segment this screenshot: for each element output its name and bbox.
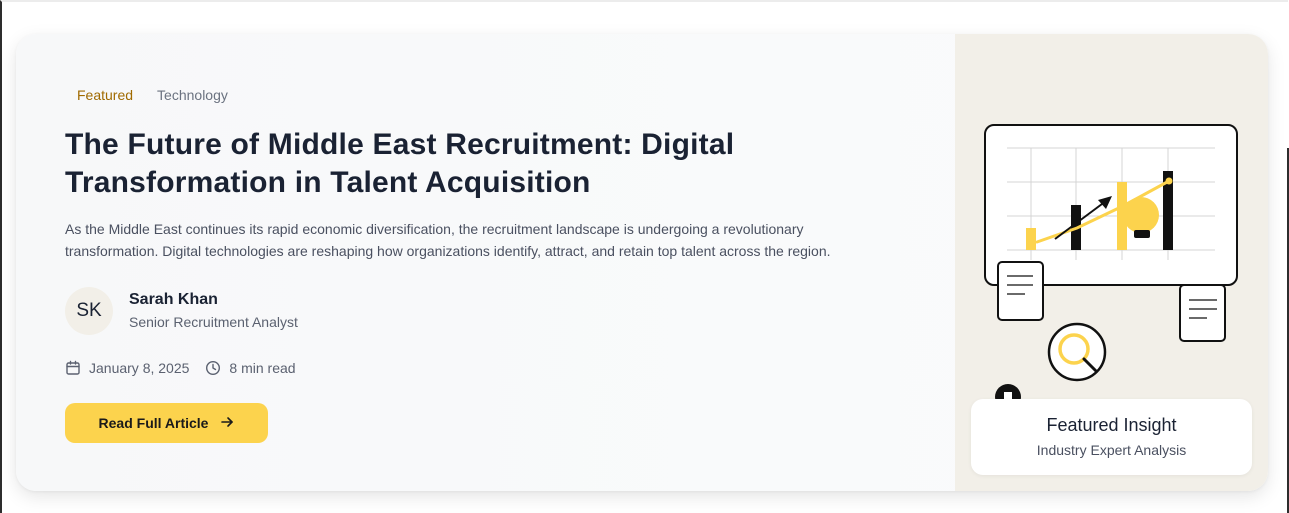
insight-title: Featured Insight — [1046, 415, 1177, 435]
arrow-right-icon — [220, 415, 234, 432]
article-title[interactable]: The Future of Middle East Recruitment: D… — [65, 126, 825, 202]
lightbulb-base — [1134, 230, 1150, 238]
read-full-article-button[interactable]: Read Full Article — [65, 403, 268, 443]
read-time-text: 8 min read — [229, 360, 296, 376]
tag-featured[interactable]: Featured — [77, 87, 133, 103]
document-icon-left — [997, 261, 1044, 321]
author-info: Sarah Khan Senior Recruitment Analyst — [129, 289, 298, 333]
calendar-icon — [65, 360, 81, 376]
article-content: Featured Technology The Future of Middle… — [65, 34, 925, 491]
article-excerpt: As the Middle East continues its rapid e… — [65, 221, 831, 259]
illustration-panel: Featured Insight Industry Expert Analysi… — [955, 34, 1268, 491]
author-name: Sarah Khan — [129, 291, 218, 308]
author-block: SK Sarah Khan Senior Recruitment Analyst — [65, 287, 298, 335]
insight-subtitle: Industry Expert Analysis — [1036, 442, 1187, 458]
lightbulb-icon — [1123, 197, 1159, 233]
read-time: 8 min read — [205, 360, 296, 376]
tag-technology[interactable]: Technology — [157, 87, 228, 103]
document-icon-right — [1179, 284, 1226, 342]
author-role: Senior Recruitment Analyst — [129, 314, 298, 330]
read-full-article-label: Read Full Article — [98, 415, 209, 431]
article-meta: January 8, 2025 8 min read — [65, 360, 312, 376]
tag-list: Featured Technology — [77, 87, 228, 103]
featured-insight-card: Featured Insight Industry Expert Analysi… — [971, 399, 1252, 475]
chart-bar-1 — [1026, 228, 1036, 250]
publish-date: January 8, 2025 — [65, 360, 189, 376]
trend-point — [1165, 177, 1173, 185]
avatar: SK — [65, 287, 113, 335]
featured-article-card: Featured Technology The Future of Middle… — [16, 34, 1268, 491]
publish-date-text: January 8, 2025 — [89, 360, 190, 376]
clock-icon — [205, 360, 221, 376]
